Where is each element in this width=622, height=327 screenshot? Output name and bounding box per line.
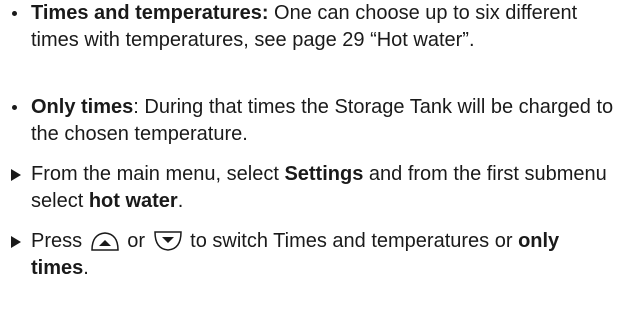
up-arrow-key-icon xyxy=(90,230,120,252)
down-arrow-key-icon xyxy=(153,230,183,252)
bullet-marker xyxy=(10,0,31,54)
bullet-text: Times and temperatures: One can choose u… xyxy=(31,0,616,54)
step-text-part: . xyxy=(83,257,89,279)
menu-term-hot-water: hot water xyxy=(88,190,178,212)
bullet-term: Times and temperatures: xyxy=(31,2,269,24)
step-text-part: . xyxy=(177,190,184,212)
step-text-part: or xyxy=(121,230,151,252)
bullet-text: Only times: During that times the Storag… xyxy=(31,94,616,148)
bullet-marker xyxy=(10,94,31,148)
step-text: From the main menu, select Settings and … xyxy=(31,161,616,215)
step-arrow-marker xyxy=(10,161,31,215)
menu-term-settings: Settings xyxy=(284,163,364,185)
step-item-select-settings: From the main menu, select Settings and … xyxy=(10,161,616,215)
bullet-item-times-and-temperatures: Times and temperatures: One can choose u… xyxy=(10,0,616,54)
bullet-term: Only times xyxy=(31,96,134,118)
step-item-press-keys: Press or to switch Times and temperature… xyxy=(10,228,616,282)
step-text-part: From the main menu, select xyxy=(31,163,285,185)
step-text: Press or to switch Times and temperature… xyxy=(31,228,616,282)
step-arrow-marker xyxy=(10,228,31,282)
bullet-item-only-times: Only times: During that times the Storag… xyxy=(10,94,616,148)
step-text-part: to switch Times and temperatures or xyxy=(184,230,519,252)
step-text-part: Press xyxy=(31,230,88,252)
